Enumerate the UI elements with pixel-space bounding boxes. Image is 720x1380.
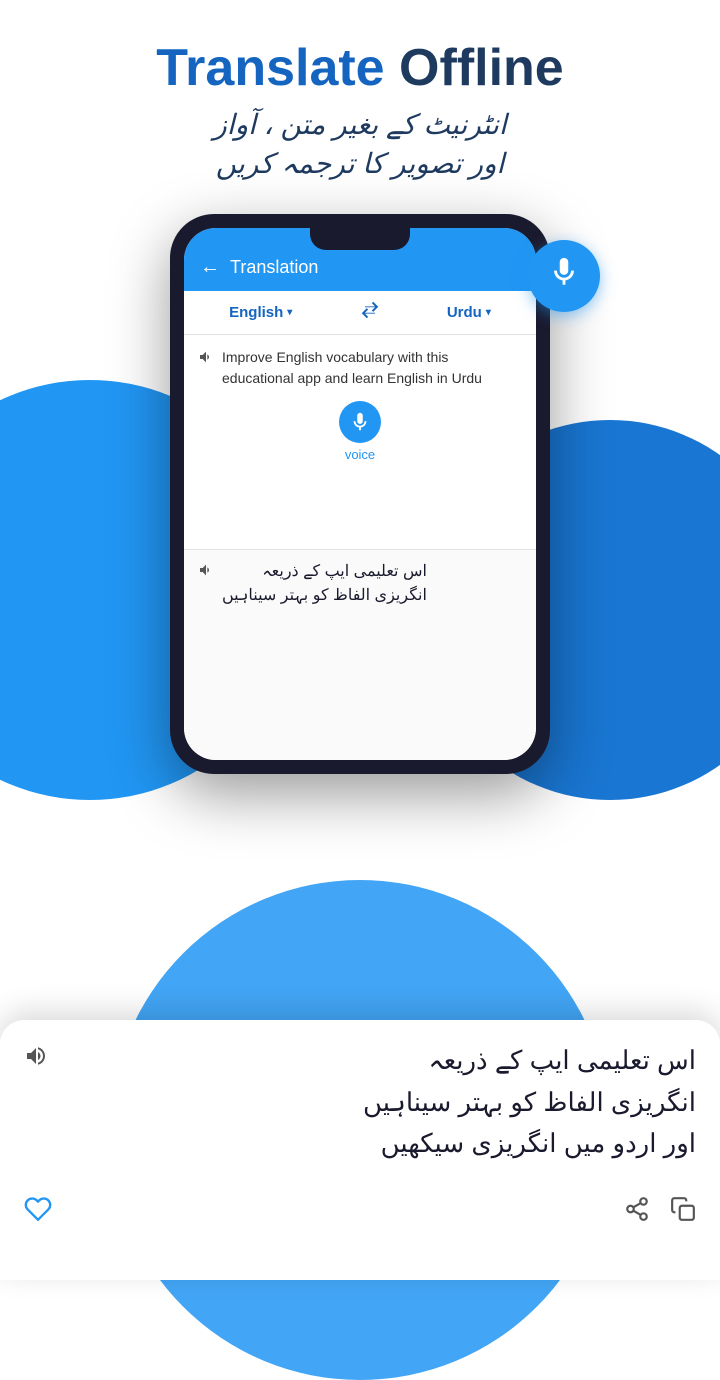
swap-languages-button[interactable]: [359, 301, 381, 324]
output-text: اس تعلیمی ایپ کے ذریعہانگریزی الفاظ کو ب…: [222, 560, 427, 608]
bottom-urdu-line1: اس تعلیمی ایپ کے ذریعہ: [428, 1045, 696, 1075]
input-speaker-icon[interactable]: [198, 349, 214, 370]
source-lang-label: English: [229, 304, 283, 321]
app-bar-title: Translation: [230, 257, 318, 278]
voice-section: voice: [198, 401, 522, 462]
header-title: Translate Offline: [30, 40, 690, 97]
subtitle-line1: انٹرنیٹ کے بغیر متن ، آواز: [30, 105, 690, 144]
favorite-button[interactable]: [24, 1195, 52, 1230]
copy-button[interactable]: [670, 1196, 696, 1229]
voice-mic-button[interactable]: [339, 401, 381, 443]
input-row: Improve English vocabulary with this edu…: [198, 347, 522, 389]
bottom-urdu-line2: انگریزی الفاظ کو بہتر سیناہیں: [363, 1087, 696, 1117]
output-row: اس تعلیمی ایپ کے ذریعہانگریزی الفاظ کو ب…: [198, 560, 522, 608]
output-area: اس تعلیمی ایپ کے ذریعہانگریزی الفاظ کو ب…: [184, 550, 536, 760]
back-button[interactable]: ←: [200, 256, 220, 279]
target-lang-label: Urdu: [447, 304, 482, 321]
floating-mic-icon: [547, 255, 581, 297]
source-lang-button[interactable]: English ▾: [229, 304, 292, 321]
bottom-urdu-text: اس تعلیمی ایپ کے ذریعہ انگریزی الفاظ کو …: [64, 1040, 696, 1165]
source-lang-dropdown-icon: ▾: [287, 307, 292, 318]
input-area: Improve English vocabulary with this edu…: [184, 335, 536, 550]
floating-mic-button[interactable]: [528, 240, 600, 312]
title-translate: Translate: [156, 39, 384, 97]
input-text: Improve English vocabulary with this edu…: [222, 347, 522, 389]
header-section: Translate Offline انٹرنیٹ کے بغیر متن ، …: [0, 0, 720, 194]
phone-container: ← Translation English ▾ Urdu ▾: [0, 214, 720, 774]
voice-label: voice: [345, 447, 375, 462]
title-offline: Offline: [385, 39, 564, 97]
phone-notch: [310, 228, 410, 250]
target-lang-dropdown-icon: ▾: [486, 307, 491, 318]
subtitle-line2: اور تصویر کا ترجمہ کریں: [30, 144, 690, 183]
share-button[interactable]: [624, 1196, 650, 1229]
bottom-speaker-icon[interactable]: [24, 1044, 48, 1074]
phone-frame: ← Translation English ▾ Urdu ▾: [170, 214, 550, 774]
bottom-actions: [24, 1185, 696, 1230]
action-icons-right: [624, 1196, 696, 1229]
lang-selector: English ▾ Urdu ▾: [184, 291, 536, 335]
phone-screen: ← Translation English ▾ Urdu ▾: [184, 228, 536, 760]
bottom-urdu-line3: اور اردو میں انگریزی سیکھیں: [381, 1128, 696, 1158]
target-lang-button[interactable]: Urdu ▾: [447, 304, 491, 321]
output-speaker-icon[interactable]: [198, 562, 214, 583]
bottom-card: اس تعلیمی ایپ کے ذریعہ انگریزی الفاظ کو …: [0, 1020, 720, 1280]
bottom-card-content: اس تعلیمی ایپ کے ذریعہ انگریزی الفاظ کو …: [24, 1040, 696, 1165]
header-subtitle: انٹرنیٹ کے بغیر متن ، آواز اور تصویر کا …: [30, 105, 690, 183]
